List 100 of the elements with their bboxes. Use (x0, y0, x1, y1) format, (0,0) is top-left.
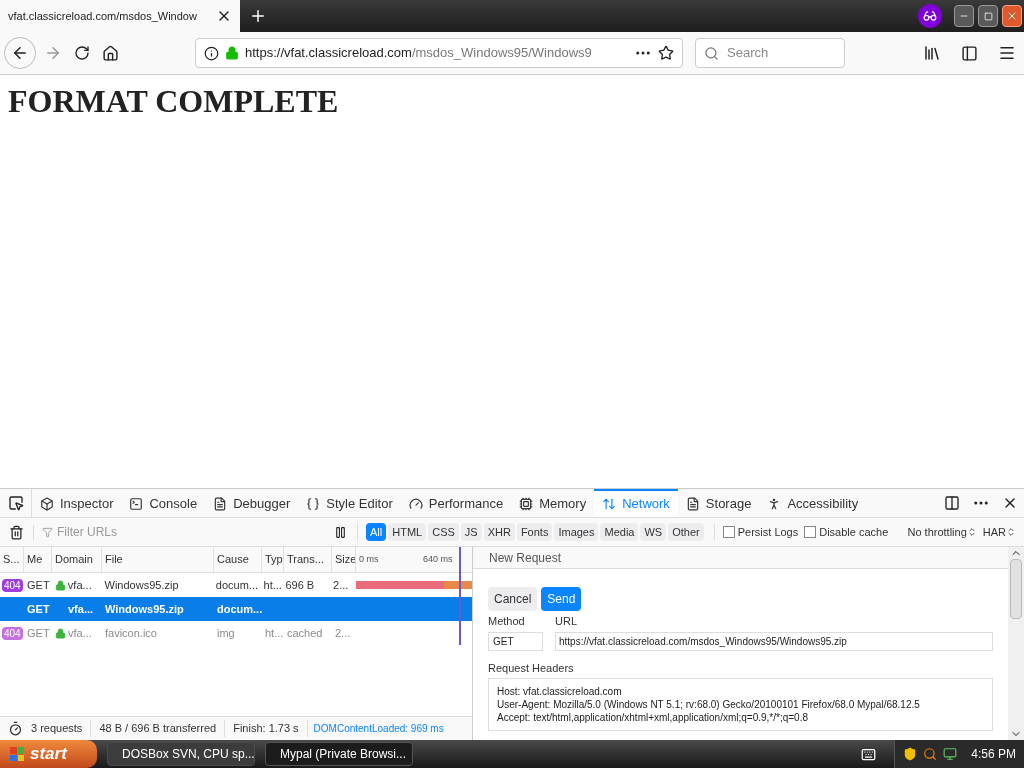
column-header[interactable]: Cause (217, 551, 249, 568)
cancel-button[interactable]: Cancel (488, 587, 538, 611)
devtools-tab[interactable]: Inspector (32, 489, 122, 517)
taskbar-button[interactable]: DOSBox SVN, CPU sp... (107, 742, 255, 766)
headers-field[interactable]: Host: vfat.classicreload.com User-Agent: Mozilla/5.0 (Windows NT 5.1; rv:68.0) Gecko/20100101 Firefox/68.0 Mypal/68.12.5 Accept: text/html,application/xhtml+xml,application/xml;q=0.9,*/*;q=0.8 (488, 678, 993, 731)
address-bar[interactable]: https://vfat.classicreload.com/msdos_Windows95/Windows9 (195, 38, 683, 68)
column-header[interactable]: Typ (265, 551, 283, 568)
devtools-tab[interactable]: Storage (677, 489, 760, 517)
devtools-tab[interactable]: Accessibility (759, 489, 867, 517)
devtools-tab[interactable]: Console (121, 489, 206, 517)
type-filter[interactable]: All (366, 522, 387, 542)
close-window-button[interactable] (1002, 5, 1022, 27)
pause-icon[interactable] (334, 525, 347, 539)
type-filter[interactable]: CSS (428, 522, 459, 542)
menu-icon[interactable] (998, 44, 1016, 62)
windows-logo-icon (10, 747, 24, 761)
checkbox[interactable] (722, 526, 735, 538)
shield-icon[interactable] (903, 747, 918, 761)
devtools-tab[interactable]: Performance (400, 489, 512, 517)
search-field[interactable]: Search (695, 38, 845, 68)
table-cell-text: vfa... (67, 577, 92, 593)
search-icon (704, 45, 719, 61)
type-filter[interactable]: Images (554, 522, 599, 542)
reload-icon[interactable] (74, 45, 90, 61)
taskbar-button[interactable]: Mypal (Private Browsi... (265, 742, 413, 766)
browser-tab[interactable]: vfat.classicreload.com/msdos_Window (0, 0, 240, 32)
table-cell: 2... (333, 578, 349, 591)
finish-time: Finish: 1.73 s (225, 720, 308, 737)
method-field[interactable]: GET (488, 631, 543, 651)
header-line: User-Agent: Mozilla/5.0 (Windows NT 5.1; rv:68.0) Gecko/20100101 Firefox/68.0 Mypal/68.12.5 (497, 698, 921, 711)
restore-button[interactable] (978, 5, 998, 27)
type-filter[interactable]: Other (668, 522, 704, 542)
keyboard-icon[interactable] (861, 746, 877, 762)
sidebar-icon[interactable] (961, 44, 978, 62)
devtools-tab[interactable]: Network (594, 489, 678, 517)
status-badge: 404 (2, 626, 23, 640)
dock-icon[interactable] (944, 495, 960, 511)
table-cell: 2... (335, 626, 351, 639)
lock-icon (55, 627, 66, 639)
trash-icon[interactable] (9, 524, 24, 540)
lock-icon (225, 46, 239, 60)
method-label: Method (488, 614, 526, 629)
new-tab-icon[interactable] (249, 7, 267, 25)
devtools-tab[interactable]: Debugger (205, 489, 299, 517)
table-cell: ht... (265, 626, 284, 639)
close-icon (1006, 10, 1018, 22)
status-badge: 404 (2, 578, 23, 592)
send-button[interactable]: Send (541, 587, 582, 611)
throttling-dropdown[interactable]: No throttling (907, 523, 977, 541)
table-cell: 696 B (285, 578, 315, 591)
type-filter[interactable]: WS (640, 522, 667, 542)
forward-icon[interactable] (44, 44, 62, 62)
home-icon[interactable] (102, 44, 119, 62)
column-header[interactable]: S... (3, 551, 20, 568)
table-cell: cached (287, 626, 323, 639)
stopwatch-icon (8, 721, 23, 736)
table-cell: GET (27, 602, 50, 615)
type-filter[interactable]: Fonts (516, 522, 553, 542)
column-header[interactable]: File (105, 551, 123, 568)
chip-icon (519, 497, 534, 511)
url-label: URL (555, 614, 578, 629)
star-icon[interactable] (658, 45, 674, 61)
type-filter[interactable]: Media (600, 522, 639, 542)
checkbox-label: Persist Logs (737, 524, 799, 540)
braces-icon (306, 497, 321, 511)
type-filter[interactable]: XHR (483, 522, 515, 542)
library-icon[interactable] (923, 44, 941, 62)
column-header[interactable]: Me (27, 551, 43, 568)
magnifier-icon[interactable] (923, 747, 938, 761)
har-dropdown[interactable]: HAR (982, 523, 1016, 541)
column-header[interactable]: Domain (55, 551, 93, 568)
terminal-icon (129, 497, 144, 511)
restore-icon (983, 11, 993, 21)
table-cell: Windows95.zip (105, 602, 184, 615)
column-header[interactable]: Trans... (287, 551, 324, 568)
scrollbar-thumb[interactable] (1010, 559, 1022, 619)
arrows-icon (602, 497, 617, 511)
devtools-tab[interactable]: Style Editor (298, 489, 401, 517)
url-text: https://vfat.classicreload.com/msdos_Windows95/Windows9 (245, 44, 593, 63)
private-mask-icon (918, 4, 942, 28)
info-icon[interactable] (204, 45, 219, 61)
lock-icon (54, 579, 66, 591)
table-cell: docum... (215, 578, 258, 591)
minimize-button[interactable] (954, 5, 974, 27)
checkbox-label: Disable cache (819, 524, 889, 540)
box-icon (40, 497, 54, 511)
url-field[interactable]: https://vfat.classicreload.com/msdos_Windows95/Windows95.zip (555, 631, 993, 651)
timeline-tick: 0 ms (358, 552, 380, 566)
timeline-tick: 640 ms (422, 552, 454, 566)
checkbox[interactable] (804, 526, 817, 538)
start-button[interactable]: start (0, 740, 97, 768)
dropdown-arrows-icon (1006, 527, 1016, 537)
type-filter[interactable]: JS (460, 522, 482, 542)
type-filter[interactable]: HTML (388, 522, 427, 542)
scrollbar[interactable] (1008, 547, 1024, 740)
picker-icon[interactable] (7, 495, 24, 511)
page-heading: FORMAT COMPLETE (8, 85, 340, 117)
devtools-tab[interactable]: Memory (511, 489, 595, 517)
request-row[interactable]: GET vfa... Windows95.zip docum... (0, 597, 472, 621)
table-cell: Windows95.zip (104, 578, 179, 591)
